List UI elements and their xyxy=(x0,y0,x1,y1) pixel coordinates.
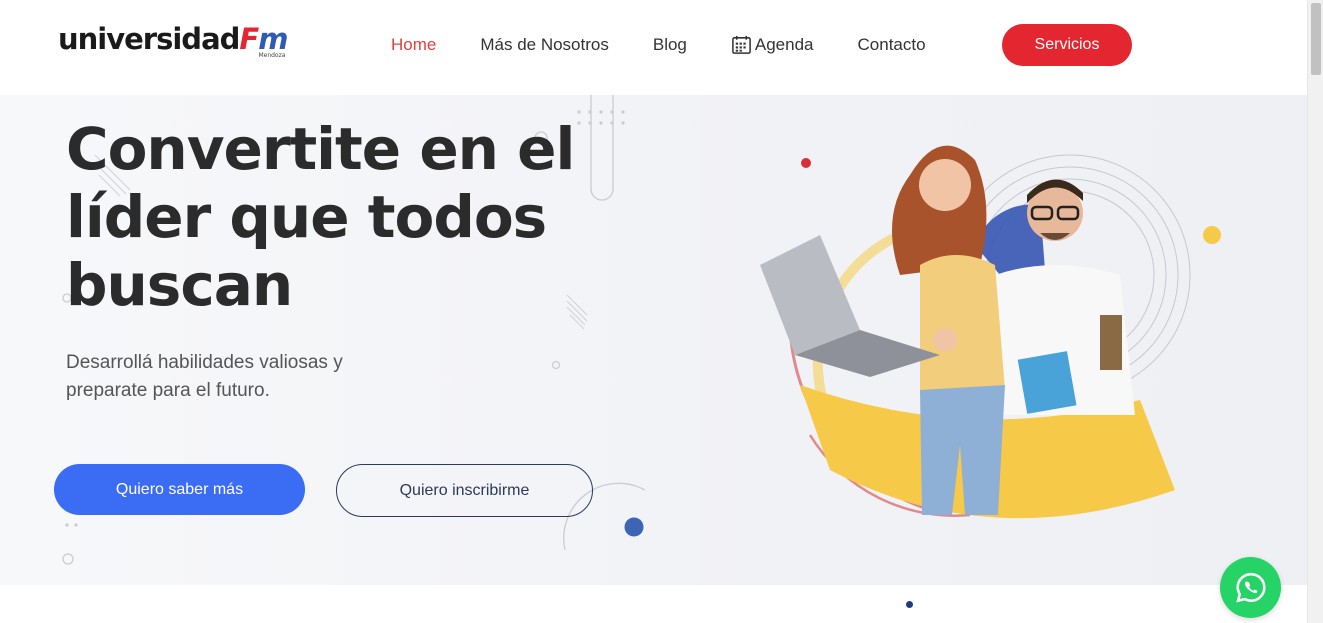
nav-item-agenda-label: Agenda xyxy=(754,34,814,54)
slider-indicator-dot[interactable] xyxy=(906,601,913,608)
saber-mas-button[interactable]: Quiero saber más xyxy=(54,464,305,515)
page-scrollbar[interactable] xyxy=(1307,0,1323,623)
nav-item-home[interactable]: Home xyxy=(391,35,436,55)
hero-subtitle: Desarrollá habilidades valiosas y prepar… xyxy=(66,352,343,401)
logo-subtitle: Mendoza xyxy=(258,52,286,59)
main-nav: Home Más de Nosotros Blog Agenda Contact… xyxy=(391,34,926,55)
site-logo[interactable]: universidadFm Mendoza xyxy=(58,22,288,59)
whatsapp-button[interactable] xyxy=(1220,557,1281,618)
nav-item-agenda[interactable]: Agenda xyxy=(731,34,814,55)
nav-item-contacto[interactable]: Contacto xyxy=(858,35,926,55)
next-section xyxy=(0,585,1307,623)
hero-illustration xyxy=(760,145,1221,519)
servicios-button[interactable]: Servicios xyxy=(1002,24,1132,66)
whatsapp-icon xyxy=(1235,572,1266,603)
inscribirme-button[interactable]: Quiero inscribirme xyxy=(336,464,593,517)
hero-section: Convertite en el líder que todos buscan … xyxy=(0,95,1307,585)
site-header: universidadFm Mendoza Home Más de Nosotr… xyxy=(0,0,1307,95)
scrollbar-thumb[interactable] xyxy=(1311,3,1321,75)
hero-title: Convertite en el líder que todos buscan xyxy=(66,115,575,319)
calendar-icon xyxy=(732,35,751,54)
nav-item-mas-de-nosotros[interactable]: Más de Nosotros xyxy=(480,35,609,55)
nav-item-blog[interactable]: Blog xyxy=(653,35,687,55)
